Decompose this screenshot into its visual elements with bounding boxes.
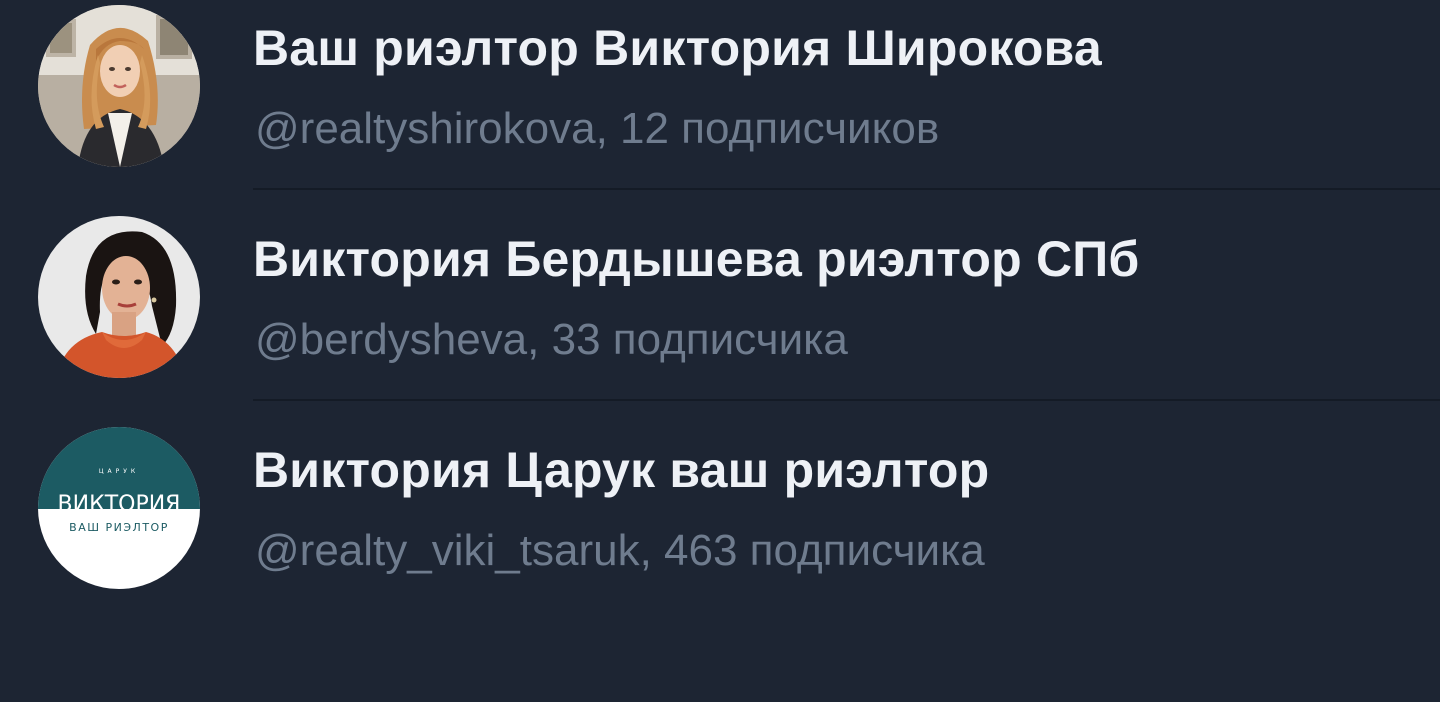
logo-top-text: ЦАРУК — [99, 468, 139, 475]
result-subtitle: @realtyshirokova, 12 подписчиков — [255, 104, 940, 153]
logo-main-text: ВИКТОРИЯ — [58, 492, 181, 517]
logo-bottom-text: ВАШ РИЭЛТОР — [69, 521, 169, 534]
result-subtitle: @realty_viki_tsaruk, 463 подписчика — [255, 526, 985, 575]
photo-woman-blonde-icon — [38, 5, 200, 167]
avatar-realty-viki-tsaruk: ЦАРУК ВИКТОРИЯ ВАШ РИЭЛТОР — [38, 427, 200, 589]
result-item-realtyshirokova[interactable]: Ваш риэлтор Виктория Широкова @realtyshi… — [0, 0, 1440, 211]
photo-woman-dark-hair-icon — [38, 216, 200, 378]
divider — [253, 188, 1440, 190]
result-item-realty-viki-tsaruk[interactable]: ЦАРУК ВИКТОРИЯ ВАШ РИЭЛТОР Виктория Цару… — [0, 422, 1440, 633]
avatar-berdysheva — [38, 216, 200, 378]
result-title: Виктория Бердышева риэлтор СПб — [253, 231, 1140, 287]
result-title: Ваш риэлтор Виктория Широкова — [253, 20, 1102, 76]
divider — [253, 399, 1440, 401]
result-item-berdysheva[interactable]: Виктория Бердышева риэлтор СПб @berdyshe… — [0, 211, 1440, 422]
result-title: Виктория Царук ваш риэлтор — [253, 442, 990, 498]
avatar-realtyshirokova — [38, 5, 200, 167]
logo-icon: ЦАРУК ВИКТОРИЯ ВАШ РИЭЛТОР — [38, 427, 200, 589]
result-subtitle: @berdysheva, 33 подписчика — [255, 315, 848, 364]
search-results-list: Ваш риэлтор Виктория Широкова @realtyshi… — [0, 0, 1440, 702]
